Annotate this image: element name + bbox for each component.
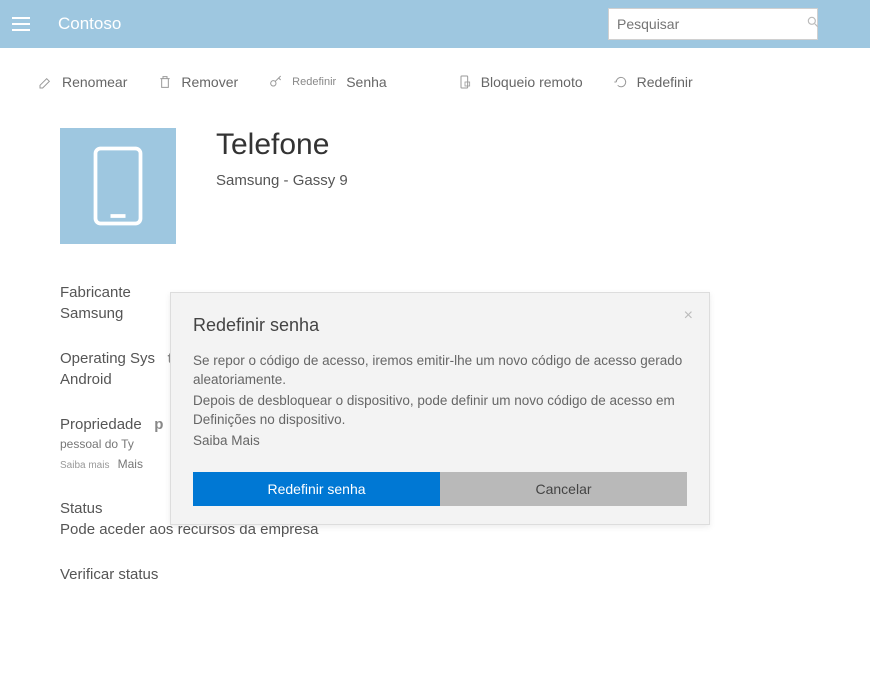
reset-icon (613, 74, 629, 90)
device-heading: Telefone Samsung - Gassy 9 (216, 128, 348, 244)
device-tile-icon (60, 128, 176, 244)
reset-label: Redefinir (637, 74, 693, 90)
dialog-cancel-button[interactable]: Cancelar (440, 472, 687, 506)
brand-title: Contoso (58, 14, 121, 34)
reset-button[interactable]: Redefinir (613, 74, 693, 90)
dialog-line-2: Depois de desbloquear o dispositivo, pod… (193, 392, 687, 430)
search-icon[interactable] (806, 15, 820, 33)
dialog-title: Redefinir senha (193, 315, 687, 336)
search-input[interactable] (609, 16, 806, 32)
hamburger-menu-icon[interactable] (12, 10, 40, 38)
rename-label: Renomear (62, 74, 127, 90)
phone-icon (90, 146, 146, 226)
verify-status-link[interactable]: Verificar status (60, 566, 810, 583)
device-subtitle: Samsung - Gassy 9 (216, 172, 348, 189)
key-icon (268, 74, 284, 90)
search-box[interactable] (608, 8, 818, 40)
dialog-buttons: Redefinir senha Cancelar (193, 472, 687, 506)
dialog-line-1: Se repor o código de acesso, iremos emit… (193, 352, 687, 390)
dialog-confirm-button[interactable]: Redefinir senha (193, 472, 440, 506)
pencil-icon (38, 74, 54, 90)
remove-button[interactable]: Remover (157, 74, 238, 90)
remote-lock-button[interactable]: Bloqueio remoto (457, 74, 583, 90)
remote-lock-label: Bloqueio remoto (481, 74, 583, 90)
rename-button[interactable]: Renomear (38, 74, 127, 90)
top-bar: Contoso (0, 0, 870, 48)
close-icon[interactable]: × (684, 307, 693, 325)
reset-password-prefix: Redefinir (292, 76, 336, 88)
reset-password-dialog: × Redefinir senha Se repor o código de a… (170, 292, 710, 525)
trash-icon (157, 74, 173, 90)
device-lock-icon (457, 74, 473, 90)
action-toolbar: Renomear Remover Redefinir Senha Bloquei… (0, 48, 870, 108)
remove-label: Remover (181, 74, 238, 90)
device-title: Telefone (216, 128, 348, 162)
dialog-learn-more[interactable]: Saiba Mais (193, 432, 687, 451)
reset-password-button[interactable]: Redefinir Senha (268, 74, 387, 90)
reset-password-suffix: Senha (346, 74, 386, 90)
device-header: Telefone Samsung - Gassy 9 (0, 108, 870, 244)
